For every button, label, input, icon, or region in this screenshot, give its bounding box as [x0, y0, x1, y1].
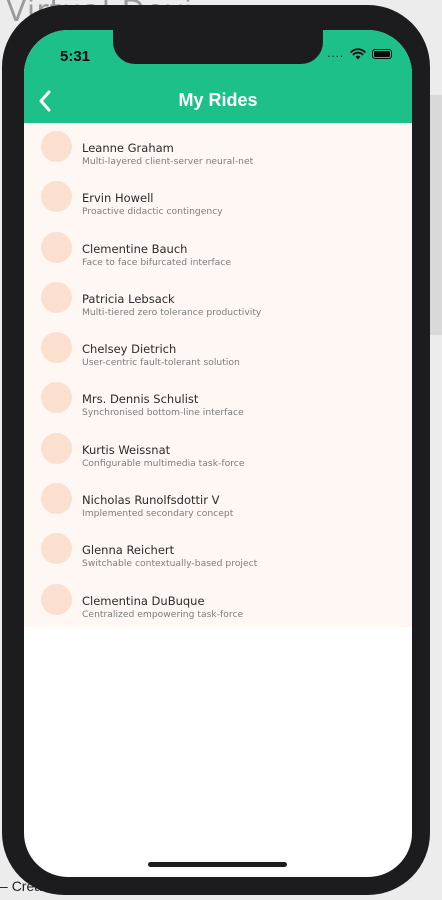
status-icons: .... [327, 48, 392, 60]
phone-frame: 5:31 .... My Rides Leanne Graham Multi-l… [2, 5, 430, 895]
list-item[interactable]: Chelsey Dietrich User-centric fault-tole… [24, 324, 412, 374]
notch [113, 30, 323, 64]
avatar [41, 181, 72, 213]
page-title: My Rides [178, 90, 258, 110]
home-indicator[interactable] [148, 862, 287, 867]
avatar [41, 281, 72, 313]
rides-list: Leanne Graham Multi-layered client-serve… [24, 123, 412, 627]
avatar [41, 432, 72, 464]
avatar [41, 533, 72, 565]
list-item-name: Ervin Howell [82, 191, 154, 206]
list-item-subtitle: User-centric fault-tolerant solution [82, 357, 240, 369]
list-item[interactable]: Mrs. Dennis Schulist Synchronised bottom… [24, 374, 412, 424]
list-item[interactable]: Patricia Lebsack Multi-tiered zero toler… [24, 274, 412, 324]
phone-screen: 5:31 .... My Rides Leanne Graham Multi-l… [24, 30, 412, 877]
list-item-name: Clementine Bauch [82, 241, 188, 256]
list-item-name: Chelsey Dietrich [82, 342, 177, 357]
wifi-icon [350, 48, 366, 60]
avatar [41, 583, 72, 615]
list-item-subtitle: Switchable contextually-based project [82, 558, 258, 570]
list-item-subtitle: Proactive didactic contingency [82, 206, 223, 218]
list-item[interactable]: Leanne Graham Multi-layered client-serve… [24, 123, 412, 173]
avatar [41, 483, 72, 515]
list-item[interactable]: Clementine Bauch Face to face bifurcated… [24, 224, 412, 274]
list-item-subtitle: Centralized empowering task-force [82, 608, 244, 620]
list-item-subtitle: Multi-tiered zero tolerance productivity [82, 306, 262, 318]
list-item-subtitle: Configurable multimedia task-force [82, 457, 245, 469]
list-item[interactable]: Nicholas Runolfsdottir V Implemented sec… [24, 475, 412, 525]
avatar [41, 131, 72, 162]
battery-icon [372, 49, 392, 59]
avatar [41, 332, 72, 364]
avatar [41, 231, 72, 263]
list-item-subtitle: Multi-layered client-server neural-net [82, 156, 254, 167]
list-item-name: Clementina DuBuque [82, 593, 205, 608]
list-item-name: Nicholas Runolfsdottir V [82, 493, 220, 508]
list-item-name: Glenna Reichert [82, 543, 175, 558]
list-item-name: Leanne Graham [82, 141, 174, 155]
list-item-name: Kurtis Weissnat [82, 442, 171, 457]
nav-bar: My Rides [24, 80, 412, 123]
status-time: 5:31 [60, 48, 91, 65]
avatar [41, 382, 72, 414]
list-item-subtitle: Implemented secondary concept [82, 508, 234, 520]
list-item[interactable]: Kurtis Weissnat Configurable multimedia … [24, 425, 412, 475]
list-item-subtitle: Face to face bifurcated interface [82, 256, 232, 268]
list-item[interactable]: Ervin Howell Proactive didactic continge… [24, 173, 412, 223]
desktop-side-panel [430, 95, 442, 335]
list-item-name: Mrs. Dennis Schulist [82, 392, 199, 407]
list-item[interactable]: Clementina DuBuque Centralized empowerin… [24, 576, 412, 626]
list-item-subtitle: Synchronised bottom-line interface [82, 407, 244, 419]
list-item[interactable]: Glenna Reichert Switchable contextually-… [24, 525, 412, 575]
signal-icon: .... [327, 48, 344, 60]
list-item-name: Patricia Lebsack [82, 291, 175, 306]
